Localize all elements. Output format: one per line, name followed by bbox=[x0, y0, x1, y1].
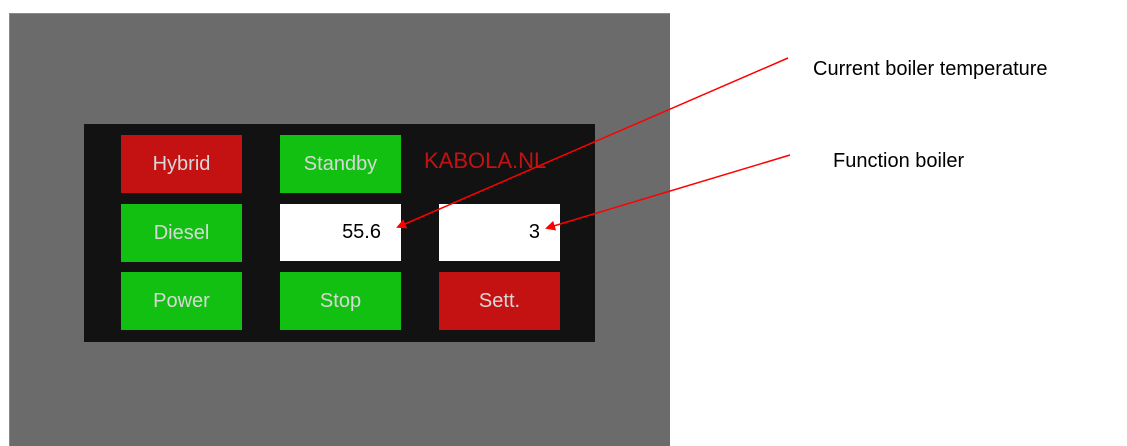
stop-button[interactable]: Stop bbox=[280, 272, 401, 330]
temperature-annotation: Current boiler temperature bbox=[813, 58, 1048, 80]
function-annotation: Function boiler bbox=[833, 150, 965, 172]
boiler-temperature-readout: 55.6 bbox=[280, 204, 401, 261]
diesel-button[interactable]: Diesel bbox=[121, 204, 242, 262]
brand-label: KABOLA.NL bbox=[424, 148, 547, 173]
boiler-function-readout: 3 bbox=[439, 204, 560, 261]
settings-button[interactable]: Sett. bbox=[439, 272, 560, 330]
hybrid-button[interactable]: Hybrid bbox=[121, 135, 242, 193]
power-button[interactable]: Power bbox=[121, 272, 242, 330]
standby-button[interactable]: Standby bbox=[280, 135, 401, 193]
page: Hybrid Standby KABOLA.NL Diesel 55.6 3 P… bbox=[0, 0, 1127, 446]
